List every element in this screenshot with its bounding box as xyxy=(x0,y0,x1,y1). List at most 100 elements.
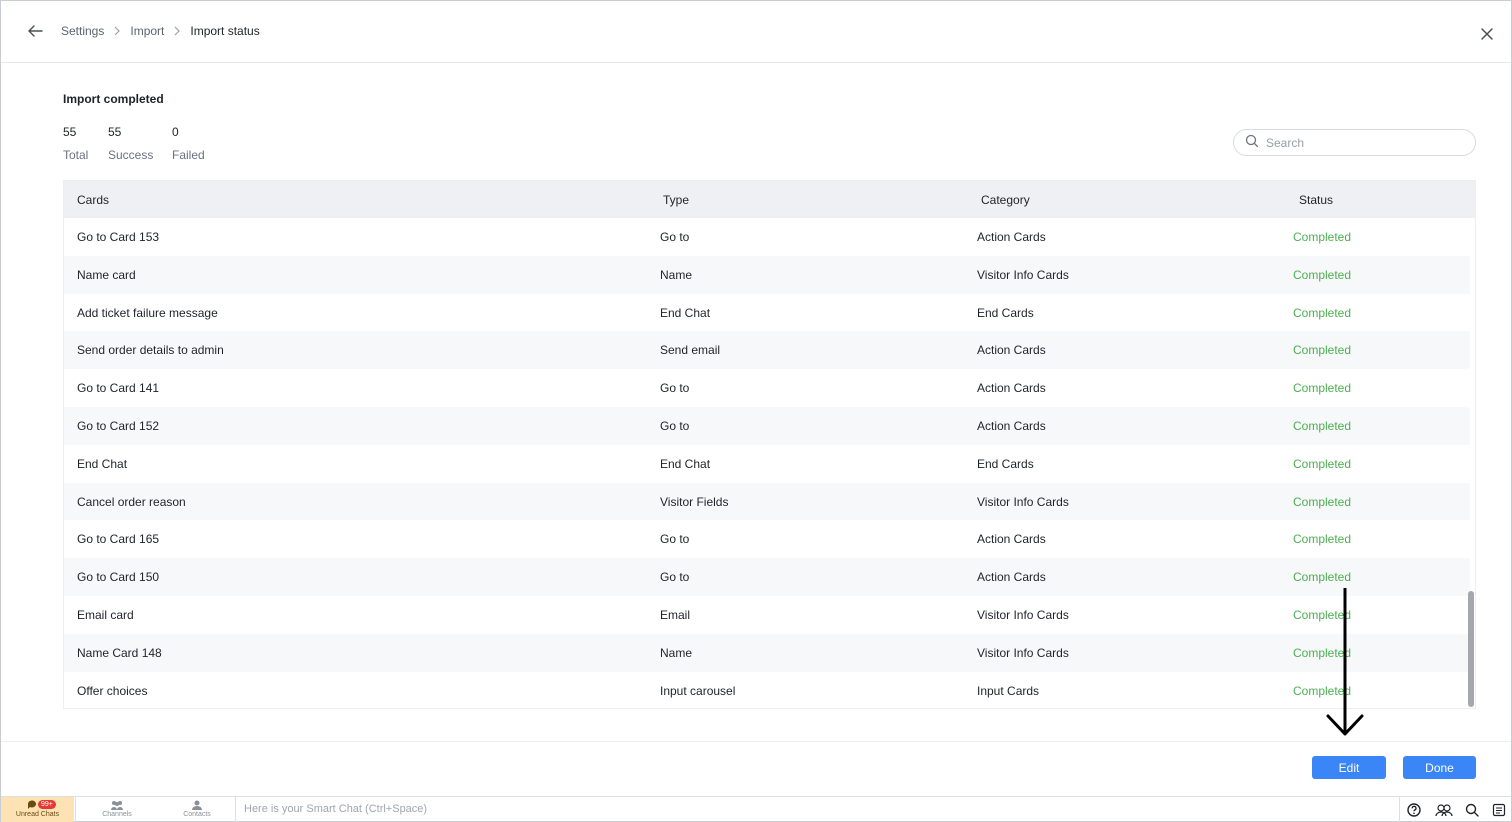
people-icon[interactable] xyxy=(1435,802,1453,818)
table-scrollbar[interactable] xyxy=(1468,591,1474,707)
stat-success-value: 55 xyxy=(108,125,122,139)
table-row[interactable]: Go to Card 152 Go to Action Cards Completed xyxy=(64,406,1470,445)
table-row[interactable]: Cancel order reason Visitor Fields Visitor… xyxy=(64,482,1470,521)
table-row[interactable]: Go to Card 153 Go to Action Cards Completed xyxy=(64,218,1470,256)
search-box[interactable] xyxy=(1233,129,1476,156)
breadcrumb: Settings Import Import status xyxy=(61,24,260,38)
cell-card-name: Offer choices xyxy=(77,683,148,698)
cell-type: Visitor Fields xyxy=(660,494,729,509)
cell-category: Input Cards xyxy=(977,683,1040,698)
cell-card-name: Name Card 148 xyxy=(77,645,162,660)
taskbar-divider xyxy=(1399,797,1400,822)
smart-chat-input[interactable]: Here is your Smart Chat (Ctrl+Space) xyxy=(244,803,427,815)
cell-status: Completed xyxy=(1293,267,1352,282)
cell-type: Go to xyxy=(660,230,690,244)
cell-card-name: End Chat xyxy=(77,456,128,471)
channels-label: Channels xyxy=(102,811,132,818)
cell-card-name: Email card xyxy=(77,607,134,622)
cell-status: Completed xyxy=(1293,494,1352,509)
table-row[interactable]: Name card Name Visitor Info Cards Completed xyxy=(64,255,1470,294)
cell-category: Visitor Info Cards xyxy=(977,607,1069,622)
table-row[interactable]: Go to Card 150 Go to Action Cards Completed xyxy=(64,558,1470,596)
chevron-right-icon xyxy=(113,26,121,36)
stat-total: 55 Total xyxy=(63,125,88,162)
cell-category: End Cards xyxy=(977,305,1034,320)
footer-divider xyxy=(1,741,1511,742)
cell-status: Completed xyxy=(1293,456,1352,471)
stat-total-label: Total xyxy=(63,148,89,162)
stat-failed-value: 0 xyxy=(172,125,179,139)
cell-card-name: Send order details to admin xyxy=(77,343,224,358)
channels-icon xyxy=(111,801,123,810)
cell-category: Visitor Info Cards xyxy=(977,267,1069,282)
cell-type: Go to xyxy=(660,532,690,547)
cell-status: Completed xyxy=(1293,570,1352,585)
cell-status: Completed xyxy=(1293,645,1352,660)
table-header: Cards Type Category Status xyxy=(64,181,1475,218)
breadcrumb-import-status: Import status xyxy=(190,24,260,38)
taskbar-divider xyxy=(235,797,236,822)
back-arrow-icon[interactable] xyxy=(25,21,45,41)
header: Settings Import Import status xyxy=(1,1,1511,63)
cell-category: Action Cards xyxy=(977,381,1046,396)
close-icon[interactable] xyxy=(1479,26,1495,42)
table-row[interactable]: Go to Card 165 Go to Action Cards Completed xyxy=(64,520,1470,558)
cell-type: End Chat xyxy=(660,305,711,320)
contacts-tab[interactable]: Contacts xyxy=(159,797,235,822)
cell-card-name: Go to Card 153 xyxy=(77,230,160,244)
column-header-status: Status xyxy=(1299,193,1334,207)
cell-type: Name xyxy=(660,645,693,660)
import-table: Cards Type Category Status Go to Card 15… xyxy=(63,180,1476,709)
contact-icon xyxy=(192,800,202,810)
cell-status: Completed xyxy=(1293,305,1352,320)
cell-status: Completed xyxy=(1293,532,1352,547)
summary-title: Import completed xyxy=(63,92,164,106)
search-input[interactable] xyxy=(1266,135,1466,150)
breadcrumb-settings[interactable]: Settings xyxy=(61,24,104,38)
cell-category: Action Cards xyxy=(977,230,1046,244)
table-row[interactable]: End Chat End Chat End Cards Completed xyxy=(64,445,1470,483)
search-icon[interactable] xyxy=(1464,802,1480,818)
notes-icon[interactable] xyxy=(1491,802,1507,818)
table-row[interactable]: Add ticket failure message End Chat End Ca… xyxy=(64,294,1470,332)
cell-category: Visitor Info Cards xyxy=(977,645,1069,660)
breadcrumb-import[interactable]: Import xyxy=(130,24,164,38)
contacts-label: Contacts xyxy=(183,811,211,818)
cell-card-name: Add ticket failure message xyxy=(77,305,218,320)
channels-tab[interactable]: Channels xyxy=(77,797,157,822)
table-row[interactable]: Go to Card 141 Go to Action Cards Completed xyxy=(64,369,1470,407)
help-icon[interactable] xyxy=(1406,802,1422,818)
table-row[interactable]: Offer choices Input carousel Input Cards Co… xyxy=(64,672,1470,708)
table-body: Go to Card 153 Go to Action Cards Completed… xyxy=(64,218,1470,708)
done-button[interactable]: Done xyxy=(1403,756,1476,779)
cell-status: Completed xyxy=(1293,683,1352,698)
chat-bubble-icon xyxy=(27,800,36,809)
edit-button[interactable]: Edit xyxy=(1312,756,1386,779)
stat-failed: 0 Failed xyxy=(172,125,205,162)
unread-badge: 99+ xyxy=(38,800,56,809)
cell-category: Action Cards xyxy=(977,532,1046,547)
bottom-taskbar: 99+ Unread Chats Channels Contacts Here … xyxy=(1,796,1511,822)
cell-type: Email xyxy=(660,607,691,622)
cell-type: Input carousel xyxy=(660,683,736,698)
cell-status: Completed xyxy=(1293,607,1352,622)
cell-status: Completed xyxy=(1293,381,1352,396)
cell-type: Go to xyxy=(660,418,690,433)
stat-failed-label: Failed xyxy=(172,148,205,162)
table-row[interactable]: Send order details to admin Send email Act… xyxy=(64,331,1470,370)
cell-card-name: Cancel order reason xyxy=(77,494,186,509)
cell-type: Go to xyxy=(660,570,690,585)
table-row[interactable]: Name Card 148 Name Visitor Info Cards Compl… xyxy=(64,633,1470,672)
cell-type: Send email xyxy=(660,343,721,358)
cell-category: End Cards xyxy=(977,456,1034,471)
cell-card-name: Go to Card 150 xyxy=(77,570,160,585)
cell-status: Completed xyxy=(1293,230,1352,244)
cell-card-name: Go to Card 141 xyxy=(77,381,160,396)
column-header-cards: Cards xyxy=(77,193,110,207)
cell-category: Action Cards xyxy=(977,418,1046,433)
column-header-category: Category xyxy=(981,193,1030,207)
unread-chats-tab[interactable]: 99+ Unread Chats xyxy=(1,797,74,822)
table-row[interactable]: Email card Email Visitor Info Cards Complet… xyxy=(64,596,1470,634)
cell-category: Action Cards xyxy=(977,343,1046,358)
cell-type: Name xyxy=(660,267,693,282)
